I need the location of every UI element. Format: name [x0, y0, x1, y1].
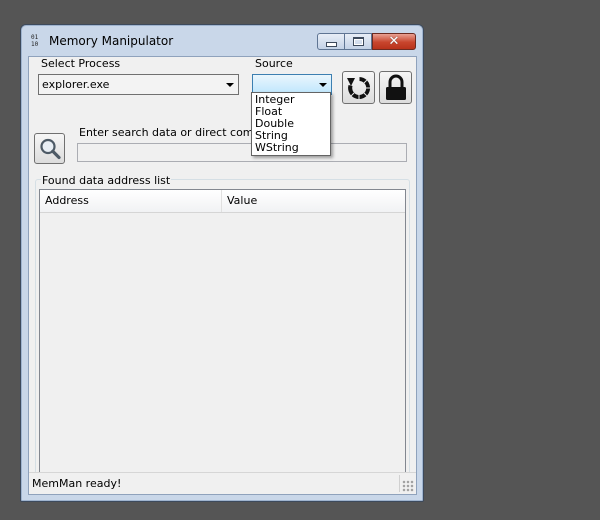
- minimize-icon: [325, 41, 337, 47]
- process-select-value: explorer.exe: [42, 78, 110, 91]
- column-header-value[interactable]: Value: [222, 190, 342, 212]
- status-bar: MemMan ready!: [29, 472, 416, 494]
- resize-grip-icon[interactable]: [402, 480, 414, 492]
- app-icon: 01 10: [31, 34, 39, 48]
- dropdown-option-wstring[interactable]: WString: [252, 142, 330, 154]
- chevron-down-icon: [319, 83, 327, 87]
- lock-button[interactable]: [379, 71, 412, 104]
- address-list[interactable]: Address Value: [39, 189, 406, 489]
- chevron-down-icon: [226, 83, 234, 87]
- title-bar[interactable]: 01 10 Memory Manipulator ✕: [21, 25, 423, 57]
- search-label: Enter search data or direct comma: [79, 126, 271, 139]
- process-label: Select Process: [41, 57, 121, 70]
- maximize-icon: [352, 37, 364, 46]
- status-divider: [399, 475, 400, 492]
- lock-icon: [385, 74, 406, 100]
- list-header: Address Value: [40, 190, 405, 213]
- window-title: Memory Manipulator: [49, 34, 174, 48]
- source-dropdown-list[interactable]: Integer Float Double String WString: [251, 92, 331, 156]
- column-header-address[interactable]: Address: [40, 190, 222, 212]
- magnifier-icon: [39, 138, 61, 159]
- close-icon: ✕: [388, 34, 400, 49]
- search-button[interactable]: [34, 133, 65, 164]
- results-group-label: Found data address list: [41, 174, 172, 187]
- app-window: 01 10 Memory Manipulator ✕ Select Process…: [20, 24, 424, 502]
- status-text: MemMan ready!: [32, 477, 122, 490]
- maximize-button[interactable]: [345, 33, 372, 50]
- client-area: Select Process explorer.exe Source Enter…: [28, 56, 417, 495]
- search-input[interactable]: [77, 143, 407, 162]
- close-button[interactable]: ✕: [372, 33, 416, 50]
- source-label: Source: [255, 57, 293, 70]
- refresh-button[interactable]: [342, 71, 375, 104]
- refresh-icon: [346, 76, 370, 99]
- minimize-button[interactable]: [317, 33, 345, 50]
- process-select[interactable]: explorer.exe: [38, 74, 239, 95]
